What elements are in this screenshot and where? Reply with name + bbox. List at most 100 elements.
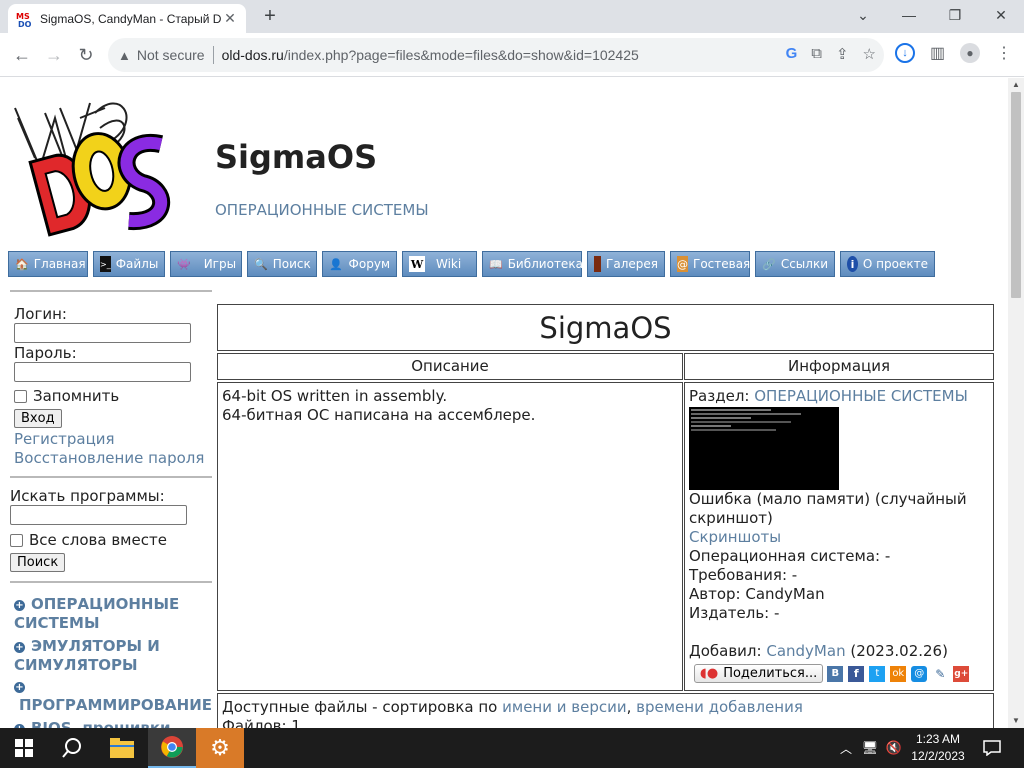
sort-by-time-link[interactable]: времени добавления <box>636 698 803 716</box>
ms-dos-favicon-icon: MSDOS <box>16 10 37 29</box>
expand-plus-icon[interactable]: + <box>14 600 25 611</box>
menu-search[interactable]: 🔍 Поиск <box>247 251 317 277</box>
profile-avatar-icon[interactable]: ● <box>960 43 980 63</box>
warning-triangle-icon[interactable]: ▲ <box>118 48 131 63</box>
category-operating-systems[interactable]: + ОПЕРАЦИОННЫЕ СИСТЕМЫ <box>14 595 210 633</box>
file-explorer-icon[interactable] <box>98 728 146 768</box>
start-button[interactable] <box>0 728 48 768</box>
sidebar-divider <box>10 581 212 583</box>
chrome-taskbar-icon[interactable] <box>148 728 196 768</box>
taskbar-clock[interactable]: 1:23 AM 12/2/2023 <box>904 731 972 765</box>
all-words-checkbox[interactable] <box>10 533 23 547</box>
site-title: SigmaOS <box>215 138 378 176</box>
expand-plus-icon[interactable]: + <box>14 682 25 693</box>
restore-button[interactable]: ❐ <box>932 0 978 30</box>
clock-time: 1:23 AM <box>915 732 961 746</box>
user-icon: 👤 <box>329 257 344 271</box>
scroll-up-arrow-icon[interactable]: ▲ <box>1008 78 1024 92</box>
url-host[interactable]: old-dos.ru <box>222 47 284 63</box>
translate-icon[interactable]: ⧉ <box>811 45 822 63</box>
bookmark-star-icon[interactable]: ☆ <box>863 45 876 63</box>
login-input[interactable] <box>14 323 191 343</box>
forward-arrow-icon[interactable]: → <box>40 41 68 69</box>
menu-guestbook[interactable]: @ Гостевая <box>670 251 750 277</box>
share-icon[interactable]: ⇪ <box>836 45 849 63</box>
security-label[interactable]: Not secure <box>137 47 205 63</box>
wiki-icon: W <box>409 256 425 272</box>
description-cell: 64-bit OS written in assembly. 64-битная… <box>217 382 683 691</box>
info-icon: i <box>847 256 858 272</box>
twitter-icon[interactable]: t <box>869 665 886 682</box>
menu-wiki[interactable]: W Wiki <box>402 251 477 277</box>
menu-gallery[interactable]: Галерея <box>587 251 665 277</box>
tab-search-chevron-icon[interactable]: ⌄ <box>840 0 886 30</box>
sort-by-name-link[interactable]: имени и версии <box>502 698 626 716</box>
menu-forum[interactable]: 👤 Форум <box>322 251 397 277</box>
reload-icon[interactable]: ↻ <box>72 41 100 69</box>
menu-home[interactable]: 🏠 Главная <box>8 251 88 277</box>
settings-gear-icon[interactable]: ⚙ <box>196 728 244 768</box>
menu-links[interactable]: 🔗 Ссылки <box>755 251 835 277</box>
menu-files[interactable]: >_ Файлы <box>93 251 165 277</box>
recover-password-link[interactable]: Восстановление пароля <box>14 449 212 467</box>
mailru-icon[interactable]: @ <box>911 665 928 682</box>
page-scrollbar[interactable]: ▲ ▼ <box>1008 78 1024 728</box>
vk-icon[interactable]: B <box>827 665 844 682</box>
terminal-icon: >_ <box>100 256 111 272</box>
added-user-link[interactable]: CandyMan <box>766 642 845 660</box>
search-programs-input[interactable] <box>10 505 187 525</box>
google-icon[interactable]: G <box>786 45 798 63</box>
volume-muted-icon[interactable]: 🔇 <box>882 728 906 768</box>
files-sort-label: Доступные файлы - сортировка по <box>222 698 498 716</box>
description-english: 64-bit OS written in assembly. <box>222 387 448 405</box>
share-button[interactable]: ◖● Поделиться... <box>694 664 824 683</box>
network-icon[interactable]: 🖥 <box>858 728 882 768</box>
book-icon: 📖 <box>489 257 503 271</box>
page-heading: SigmaOS <box>539 310 672 345</box>
close-window-button[interactable]: ✕ <box>978 0 1024 30</box>
google-plus-icon[interactable]: g+ <box>953 665 970 682</box>
register-link[interactable]: Регистрация <box>14 430 212 448</box>
info-cell: Раздел: ОПЕРАЦИОННЫЕ СИСТЕМЫ Ошибка (мал… <box>684 382 994 691</box>
facebook-icon[interactable]: f <box>848 665 865 682</box>
menu-games[interactable]: 👾 Игры <box>170 251 242 277</box>
category-bios[interactable]: +BIOS, прошивки <box>14 719 210 728</box>
expand-plus-icon[interactable]: + <box>14 642 25 653</box>
remember-checkbox[interactable] <box>14 389 27 403</box>
sidebar: Логин: Пароль: Запомнить Вход Регистраци… <box>10 290 212 728</box>
back-arrow-icon[interactable]: ← <box>8 41 36 69</box>
menu-about[interactable]: iО проекте <box>840 251 935 277</box>
screenshot-thumbnail[interactable] <box>689 407 839 490</box>
password-input[interactable] <box>14 362 191 382</box>
added-label: Добавил: <box>689 642 762 660</box>
side-panel-icon[interactable]: ▥ <box>930 43 945 63</box>
scroll-down-arrow-icon[interactable]: ▼ <box>1008 714 1024 728</box>
search-icon[interactable] <box>48 728 96 768</box>
tab-close-icon[interactable]: ✕ <box>222 10 238 27</box>
screenshots-link[interactable]: Скриншоты <box>689 528 989 547</box>
password-label: Пароль: <box>14 344 77 362</box>
menu-kebab-icon[interactable]: ⋮ <box>996 43 1012 63</box>
login-button[interactable]: Вход <box>14 409 62 428</box>
address-bar[interactable]: ▲ Not secure old-dos.ru/index.php?page=f… <box>108 38 884 72</box>
category-emulators[interactable]: + ЭМУЛЯТОРЫ И СИМУЛЯТОРЫ <box>14 637 210 675</box>
browser-tab[interactable]: MSDOS SigmaOS, CandyMan - Старый D ✕ <box>8 4 246 33</box>
os-field: Операционная система: - <box>689 547 891 565</box>
category-programming[interactable]: + ПРОГРАММИРОВАНИЕ <box>14 677 212 715</box>
new-tab-button[interactable]: + <box>258 5 282 29</box>
tab-strip: MSDOS SigmaOS, CandyMan - Старый D ✕ + ⌄… <box>0 0 1024 33</box>
notifications-icon[interactable] <box>972 728 1012 768</box>
show-hidden-icons-chevron-icon[interactable]: ︿ <box>834 728 858 768</box>
search-button[interactable]: Поиск <box>10 553 66 572</box>
added-date: (2023.02.26) <box>850 642 948 660</box>
menu-library[interactable]: 📖 Библиотека <box>482 251 583 277</box>
url-path[interactable]: /index.php?page=files&mode=files&do=show… <box>284 47 639 63</box>
site-section-link[interactable]: ОПЕРАЦИОННЫЕ СИСТЕМЫ <box>215 201 429 219</box>
scrollbar-thumb[interactable] <box>1011 92 1021 298</box>
livejournal-icon[interactable]: ✎ <box>932 666 948 682</box>
windows-taskbar: ⚙ ︿ 🖥 🔇 1:23 AM 12/2/2023 <box>0 728 1024 768</box>
minimize-button[interactable]: — <box>886 0 932 30</box>
downloads-icon[interactable]: ↓ <box>895 43 915 63</box>
odnoklassniki-icon[interactable]: ok <box>890 665 907 682</box>
section-link[interactable]: ОПЕРАЦИОННЫЕ СИСТЕМЫ <box>754 387 968 405</box>
